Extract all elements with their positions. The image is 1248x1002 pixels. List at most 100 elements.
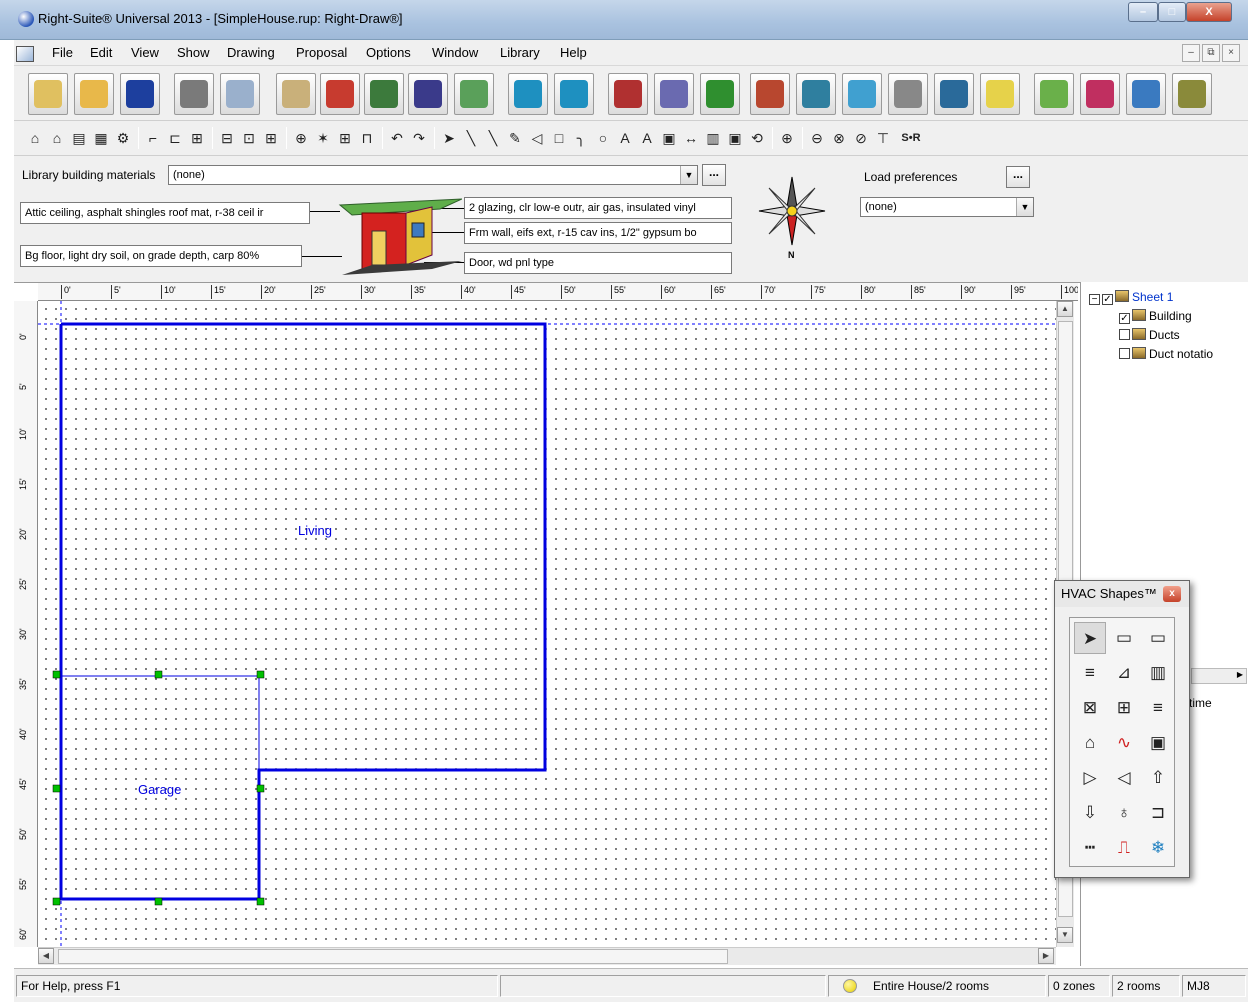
sheet-button[interactable] <box>1034 73 1074 115</box>
menu-library[interactable]: Library <box>500 45 540 60</box>
draw-tool-17-icon[interactable]: ➤ <box>440 129 458 147</box>
draw-tool-31-icon[interactable]: ⟲ <box>748 129 766 147</box>
handle-icon[interactable] <box>256 784 265 793</box>
draw-tool-10-icon[interactable]: ⊞ <box>262 129 280 147</box>
wall-field[interactable]: Frm wall, eifs ext, r-15 cav ins, 1/2" g… <box>464 222 732 244</box>
scroll-up-icon[interactable]: ▲ <box>1057 301 1073 317</box>
room-label-garage[interactable]: Garage <box>138 782 181 797</box>
menu-file[interactable]: File <box>52 45 73 60</box>
draw-tool-15-icon[interactable]: ↶ <box>388 129 406 147</box>
maximize-button[interactable]: □ <box>1158 2 1186 22</box>
handle-icon[interactable] <box>154 897 163 906</box>
draw-tool-29-icon[interactable]: ▥ <box>704 129 722 147</box>
draw-tool-28-icon[interactable]: ↔ <box>682 129 700 147</box>
drafting-button[interactable] <box>454 73 494 115</box>
draw-tool-21-icon[interactable]: ◁ <box>528 129 546 147</box>
mdi-restore-button[interactable]: ⧉ <box>1202 44 1220 62</box>
menu-help[interactable]: Help <box>560 45 587 60</box>
draw-tool-18-icon[interactable]: ╲ <box>462 129 480 147</box>
drawing-canvas[interactable]: Living Garage <box>38 301 1056 947</box>
handle-icon[interactable] <box>154 670 163 679</box>
draw-tool-9-icon[interactable]: ⊡ <box>240 129 258 147</box>
hvac-palette-close-button[interactable]: x <box>1163 586 1181 602</box>
handle-icon[interactable] <box>256 670 265 679</box>
door-field[interactable]: Door, wd pnl type <box>464 252 732 274</box>
save-button[interactable] <box>120 73 160 115</box>
hvac-tool-6-0-icon[interactable]: ┅ <box>1074 832 1106 864</box>
hvac-tool-4-2-icon[interactable]: ⇧ <box>1142 762 1174 794</box>
draw-tool-24-icon[interactable]: ○ <box>594 129 612 147</box>
script-button[interactable] <box>276 73 316 115</box>
zoom-out-button[interactable] <box>554 73 594 115</box>
print-preview-button[interactable] <box>220 73 260 115</box>
duct-button[interactable] <box>888 73 928 115</box>
open-folder-button[interactable] <box>74 73 114 115</box>
library-materials-select[interactable]: (none) ▼ <box>168 165 698 185</box>
hvac-tool-4-1-icon[interactable]: ◁ <box>1108 762 1140 794</box>
dollar-button[interactable] <box>700 73 740 115</box>
hvac-tool-3-1-icon[interactable]: ∿ <box>1108 727 1140 759</box>
draw-tool-8-icon[interactable]: ⊟ <box>218 129 236 147</box>
draw-tool-32-icon[interactable]: ⊕ <box>778 129 796 147</box>
pie-chart-button[interactable] <box>1126 73 1166 115</box>
hvac-tool-1-2-icon[interactable]: ▥ <box>1142 657 1174 689</box>
menu-options[interactable]: Options <box>366 45 411 60</box>
hvac-tool-0-2-icon[interactable]: ▭ <box>1142 622 1174 654</box>
menu-proposal[interactable]: Proposal <box>296 45 347 60</box>
settings-gear-button[interactable] <box>1172 73 1212 115</box>
draw-tool-14-icon[interactable]: ⊓ <box>358 129 376 147</box>
close-button[interactable]: X <box>1186 2 1232 22</box>
arrows-button[interactable] <box>1080 73 1120 115</box>
mdi-minimize-button[interactable]: – <box>1182 44 1200 62</box>
zoom-in-button[interactable] <box>508 73 548 115</box>
hvac-tool-2-1-icon[interactable]: ⊞ <box>1108 692 1140 724</box>
draw-tool-19-icon[interactable]: ╲ <box>484 129 502 147</box>
living-room-outline[interactable] <box>59 322 547 901</box>
house-building-button[interactable] <box>750 73 790 115</box>
draw-tool-1-icon[interactable]: ⌂ <box>48 129 66 147</box>
draw-tool-12-icon[interactable]: ✶ <box>314 129 332 147</box>
door-button[interactable] <box>408 73 448 115</box>
library-browse-button[interactable]: ... <box>702 164 726 186</box>
scroll-right-icon[interactable]: ▶ <box>1038 948 1054 964</box>
hvac-tool-5-2-icon[interactable]: ⊐ <box>1142 797 1174 829</box>
draw-tool-5-icon[interactable]: ⌐ <box>144 129 162 147</box>
house-search-button[interactable] <box>364 73 404 115</box>
draw-tool-37-icon[interactable]: S•R <box>896 129 926 147</box>
attic-ceiling-field[interactable]: Attic ceiling, asphalt shingles roof mat… <box>20 202 310 224</box>
duct-notation-checkbox[interactable] <box>1119 348 1130 359</box>
scroll-thumb[interactable] <box>58 949 728 964</box>
draw-tool-16-icon[interactable]: ↷ <box>410 129 428 147</box>
menu-drawing[interactable]: Drawing <box>227 45 275 60</box>
status-scope[interactable]: Entire House/2 rooms <box>828 975 1046 997</box>
handle-icon[interactable] <box>52 897 61 906</box>
floor-field[interactable]: Bg floor, light dry soil, on grade depth… <box>20 245 302 267</box>
hvac-tool-1-0-icon[interactable]: ≡ <box>1074 657 1106 689</box>
load-preferences-browse-button[interactable]: ... <box>1006 166 1030 188</box>
draw-tool-20-icon[interactable]: ✎ <box>506 129 524 147</box>
print-button[interactable] <box>174 73 214 115</box>
menu-view[interactable]: View <box>131 45 159 60</box>
horizontal-scrollbar[interactable]: ◀ ▶ <box>38 947 1056 965</box>
scroll-left-icon[interactable]: ◀ <box>38 948 54 964</box>
draw-tool-23-icon[interactable]: ╮ <box>572 129 590 147</box>
snowflake-button[interactable] <box>842 73 882 115</box>
draw-tool-33-icon[interactable]: ⊖ <box>808 129 826 147</box>
draw-tool-6-icon[interactable]: ⊏ <box>166 129 184 147</box>
draw-tool-11-icon[interactable]: ⊕ <box>292 129 310 147</box>
scroll-right-icon[interactable]: ▶ <box>1237 670 1243 679</box>
handle-icon[interactable] <box>52 670 61 679</box>
draw-tool-7-icon[interactable]: ⊞ <box>188 129 206 147</box>
tree-item-duct-notation[interactable]: Duct notatio <box>1119 347 1213 361</box>
menu-window[interactable]: Window <box>432 45 478 60</box>
house-dollar-button[interactable] <box>934 73 974 115</box>
house-red-button[interactable] <box>608 73 648 115</box>
new-button[interactable] <box>28 73 68 115</box>
glazing-field[interactable]: 2 glazing, clr low-e outr, air gas, insu… <box>464 197 732 219</box>
tree-item-ducts[interactable]: Ducts <box>1119 328 1180 342</box>
mdi-close-button[interactable]: × <box>1222 44 1240 62</box>
graph-button[interactable] <box>980 73 1020 115</box>
draw-tool-4-icon[interactable]: ⚙ <box>114 129 132 147</box>
handle-icon[interactable] <box>52 784 61 793</box>
house-window-button[interactable] <box>320 73 360 115</box>
